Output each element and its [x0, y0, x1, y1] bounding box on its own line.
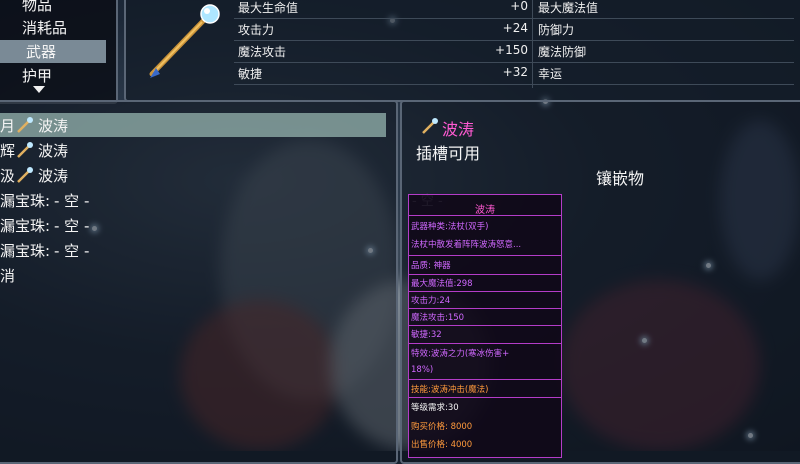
socket-available-label: 插槽可用	[416, 144, 481, 163]
category-items[interactable]: 物品	[22, 0, 52, 15]
magic-staff-icon	[17, 142, 33, 158]
stat-row-magic-attack: 魔法攻击 +150 魔法防御	[234, 40, 794, 63]
tooltip-agility: 敏捷:32	[411, 330, 442, 340]
magic-staff-icon	[149, 4, 220, 78]
tooltip-weapon-type: 武器种类:法杖(双手)	[411, 222, 489, 232]
equip-slot-row[interactable]: 月 波涛	[0, 113, 386, 137]
tooltip-quality: 品质: 神器	[411, 261, 451, 271]
tooltip-attack: 攻击力:24	[411, 296, 451, 306]
category-weapons[interactable]: 武器	[0, 40, 106, 63]
stat-row-agility: 敏捷 +32 幸运	[234, 62, 794, 85]
arrow-down-icon[interactable]	[33, 86, 45, 93]
tooltip-effect-cont: 18%)	[411, 365, 434, 375]
tooltip-buy-price: 购买价格: 8000	[411, 422, 473, 432]
category-armor[interactable]: 护甲	[22, 65, 52, 86]
tooltip-description: 法杖中散发着阵阵波涛怒意...	[411, 240, 522, 250]
magic-staff-icon	[17, 167, 33, 183]
magic-staff-icon	[422, 118, 438, 134]
category-consumables[interactable]: 消耗品	[22, 17, 67, 38]
item-name: 波涛	[442, 120, 475, 139]
stat-row-attack: 攻击力 +24 防御力	[234, 18, 794, 41]
inlay-label: 镶嵌物	[596, 169, 645, 188]
tooltip-skill: 技能:波涛冲击(魔法)	[411, 385, 489, 395]
tooltip-max-mp: 最大魔法值:298	[411, 279, 473, 289]
tooltip-title: 波涛	[475, 205, 495, 216]
magic-staff-icon	[17, 117, 33, 133]
item-tooltip: 波涛 武器种类:法杖(双手) 法杖中散发着阵阵波涛怒意... 品质: 神器 最大…	[408, 194, 562, 458]
tooltip-effect: 特效:波涛之力(寒冰伤害+	[411, 349, 510, 359]
tooltip-level-req: 等级需求:30	[411, 403, 459, 413]
stat-row-max-hp: 最大生命值 +0 最大魔法值	[234, 0, 794, 19]
tooltip-magic-attack: 魔法攻击:150	[411, 313, 465, 323]
tooltip-sell-price: 出售价格: 4000	[411, 440, 473, 450]
